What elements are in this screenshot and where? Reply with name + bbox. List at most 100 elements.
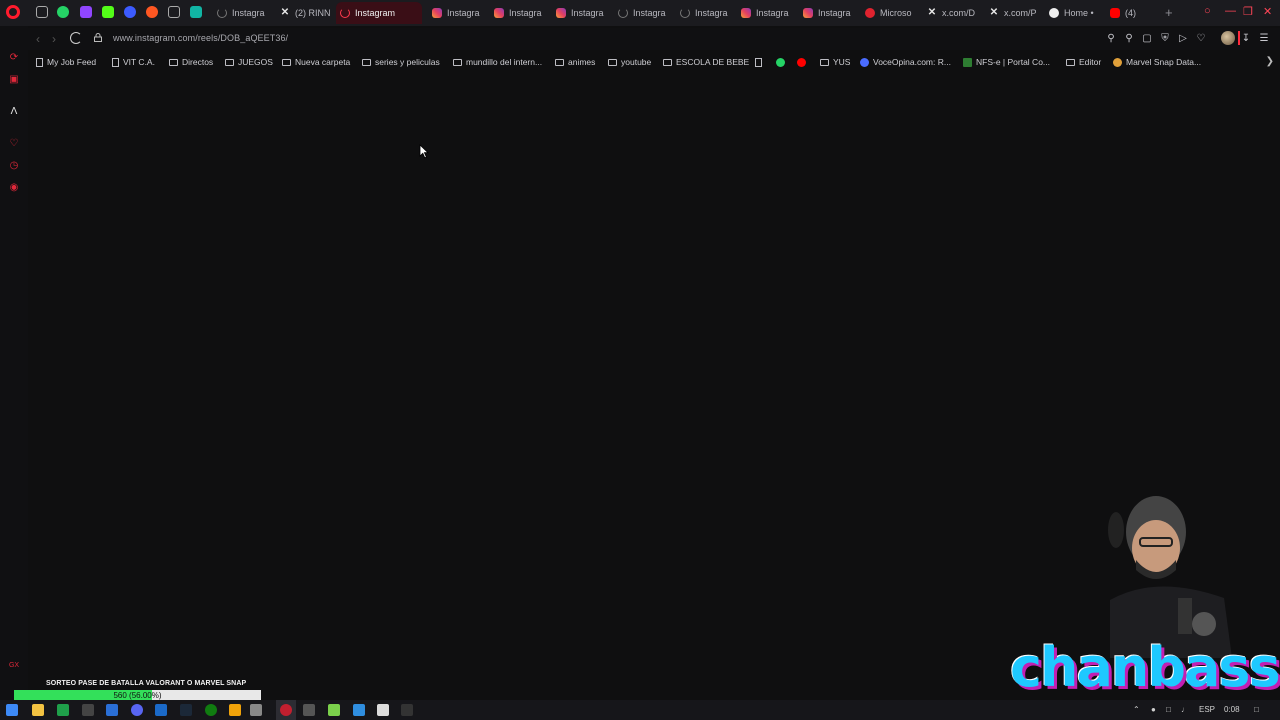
- tab[interactable]: Instagra: [614, 2, 672, 24]
- bookmark-item[interactable]: youtube: [608, 52, 651, 72]
- tab[interactable]: Instagra: [676, 2, 734, 24]
- tab-label: Microso: [880, 8, 912, 18]
- app-icon[interactable]: [155, 704, 167, 716]
- close-window-button[interactable]: ✕: [1263, 5, 1272, 18]
- twitch-icon[interactable]: [80, 6, 92, 18]
- bookmark-item[interactable]: VoceOpina.com: R...: [860, 52, 951, 72]
- bookmark-item[interactable]: NFS-e | Portal Co...: [963, 52, 1050, 72]
- excel-icon[interactable]: [57, 704, 69, 716]
- tray-chevron-icon[interactable]: ⌃: [1133, 705, 1140, 714]
- tab[interactable]: Instagra: [737, 2, 795, 24]
- steam-icon[interactable]: [180, 704, 192, 716]
- x-logo-icon: ✕: [989, 7, 999, 18]
- folder-icon[interactable]: [229, 704, 241, 716]
- new-tab-button[interactable]: +: [1165, 5, 1173, 20]
- gx-icon[interactable]: GX: [8, 660, 20, 672]
- file-explorer-icon[interactable]: [32, 704, 44, 716]
- edge-icon[interactable]: [106, 704, 118, 716]
- tab[interactable]: Instagra: [552, 2, 610, 24]
- bookmark-item[interactable]: Nueva carpeta: [282, 52, 350, 72]
- history-icon[interactable]: ⟳: [8, 52, 20, 64]
- discord-icon[interactable]: [131, 704, 143, 716]
- whatsapp-icon[interactable]: [57, 6, 69, 18]
- aria-icon[interactable]: Λ: [8, 106, 20, 118]
- search-tabs-icon[interactable]: ○: [1204, 5, 1211, 17]
- tab[interactable]: Microso: [861, 2, 919, 24]
- language-indicator[interactable]: ESP: [1199, 705, 1215, 714]
- bookmark-item[interactable]: My Job Feed: [36, 52, 96, 72]
- zoom-icon[interactable]: ⚲: [1105, 33, 1117, 45]
- bookmark-item[interactable]: JUEGOS: [225, 52, 273, 72]
- maximize-button[interactable]: ❐: [1243, 5, 1253, 18]
- favorites-icon[interactable]: ♡: [1195, 33, 1207, 45]
- tab[interactable]: Home •: [1045, 2, 1101, 24]
- streamer-brand-logo: chanbass: [1010, 636, 1280, 699]
- opera-gx-icon[interactable]: [280, 704, 292, 716]
- clock-text[interactable]: 0:08: [1224, 705, 1240, 714]
- bookmark-item[interactable]: mundillo del intern...: [453, 52, 542, 72]
- tab[interactable]: Instagra: [428, 2, 486, 24]
- raffle-title: SORTEO PASE DE BATALLA VALORANT O MARVEL…: [46, 680, 247, 687]
- network-icon[interactable]: □: [1166, 705, 1171, 714]
- bookmark-item[interactable]: Editor: [1066, 52, 1101, 72]
- bag-icon[interactable]: ▣: [8, 74, 20, 86]
- url-field[interactable]: www.instagram.com/reels/DOB_aQEET36/: [113, 33, 288, 43]
- microphone-icon[interactable]: ●: [1151, 705, 1156, 714]
- grammarly-icon[interactable]: [190, 6, 202, 18]
- app-icon[interactable]: [328, 704, 340, 716]
- download-icon[interactable]: [124, 6, 136, 18]
- bookmarks-overflow-icon[interactable]: ❯: [1266, 56, 1274, 67]
- tab[interactable]: Instagra: [799, 2, 857, 24]
- app-icon[interactable]: [250, 704, 262, 716]
- volume-icon[interactable]: ♩: [1181, 705, 1189, 714]
- bookmark-item[interactable]: animes: [555, 52, 595, 72]
- tab[interactable]: Instagra: [213, 2, 271, 24]
- app-icon[interactable]: [146, 6, 158, 18]
- bookmark-item[interactable]: [776, 52, 785, 72]
- tab[interactable]: ✕ x.com/P: [985, 2, 1041, 24]
- tab[interactable]: (4): [1106, 2, 1154, 24]
- shield-icon[interactable]: ⛨: [1159, 33, 1171, 45]
- bookmark-item[interactable]: [755, 52, 762, 72]
- start-icon[interactable]: [6, 704, 18, 716]
- gamepad-icon[interactable]: ◉: [8, 182, 20, 194]
- app-icon[interactable]: [303, 704, 315, 716]
- external-link-icon[interactable]: [168, 6, 180, 18]
- back-icon[interactable]: ‹: [36, 32, 40, 46]
- notifications-icon[interactable]: □: [1254, 705, 1259, 714]
- opera-menu-icon[interactable]: [6, 5, 20, 19]
- loading-reload-icon[interactable]: [70, 32, 82, 44]
- calculator-icon[interactable]: [82, 704, 94, 716]
- clock-icon[interactable]: ◷: [8, 160, 20, 172]
- minimize-button[interactable]: —: [1225, 5, 1236, 17]
- app-icon[interactable]: [401, 704, 413, 716]
- bookmark-item[interactable]: [797, 52, 806, 72]
- tab[interactable]: ✕ x.com/D: [923, 2, 981, 24]
- app-icon[interactable]: [353, 704, 365, 716]
- tab[interactable]: Instagra: [490, 2, 548, 24]
- heart-icon[interactable]: ♡: [8, 138, 20, 150]
- bookmark-label: JUEGOS: [238, 57, 273, 67]
- easy-setup-icon[interactable]: ☰: [1258, 33, 1270, 45]
- kick-icon[interactable]: [102, 6, 114, 18]
- play-icon[interactable]: ▷: [1177, 33, 1189, 45]
- tab[interactable]: ✕ (2) RINN: [276, 2, 332, 24]
- bookmark-item[interactable]: YUS: [820, 52, 850, 72]
- snapshot-icon[interactable]: ▢: [1141, 33, 1153, 45]
- tab[interactable]: Instagram: [336, 2, 422, 24]
- bookmark-item[interactable]: Marvel Snap Data...: [1113, 52, 1201, 72]
- bookmark-label: Editor: [1079, 57, 1102, 67]
- bookmark-item[interactable]: ESCOLA DE BEBE: [663, 52, 749, 72]
- bookmark-item[interactable]: series y peliculas: [362, 52, 440, 72]
- notepad-icon[interactable]: [377, 704, 389, 716]
- xbox-icon[interactable]: [205, 704, 217, 716]
- downloads-icon[interactable]: ↧: [1240, 33, 1252, 45]
- tab-label: Instagra: [509, 8, 542, 18]
- pin-icon[interactable]: ⚲: [1123, 33, 1135, 45]
- tab-islands-icon[interactable]: [36, 6, 48, 18]
- address-bar: ‹ › www.instagram.com/reels/DOB_aQEET36/…: [28, 28, 1280, 50]
- bookmark-item[interactable]: VIT C.A.: [112, 52, 155, 72]
- profile-avatar[interactable]: [1221, 31, 1235, 45]
- bookmark-item[interactable]: Directos: [169, 52, 213, 72]
- forward-icon[interactable]: ›: [52, 32, 56, 46]
